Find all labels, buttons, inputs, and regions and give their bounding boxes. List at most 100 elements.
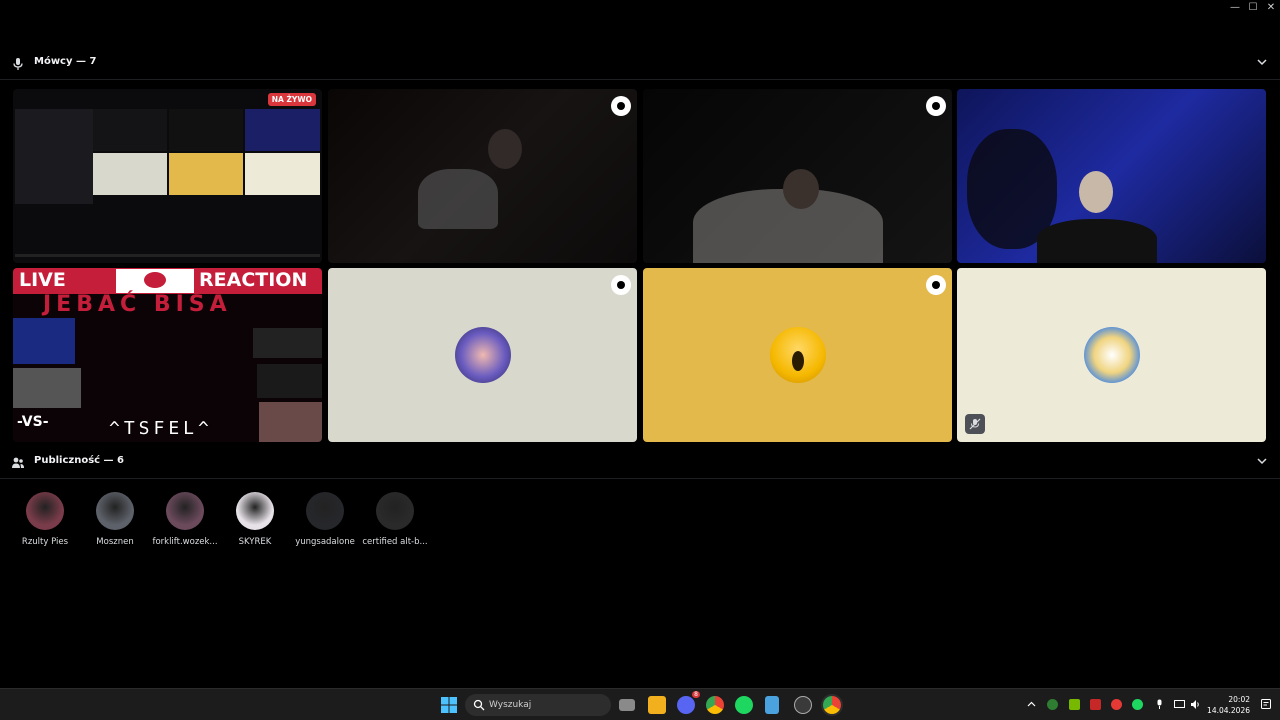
stream-logo: [116, 269, 194, 293]
moderator-icon: [611, 275, 631, 295]
chevron-down-icon[interactable]: [1256, 56, 1268, 68]
stream-webcam: [259, 402, 322, 442]
chrome-active-icon[interactable]: [823, 696, 841, 714]
avatar: [26, 492, 64, 530]
moderator-icon: [926, 96, 946, 116]
audience-member[interactable]: SKYREK: [220, 492, 290, 547]
network-icon[interactable]: [1174, 699, 1185, 710]
preview-tile: [169, 109, 243, 151]
audience-member[interactable]: certified alt-b...: [360, 492, 430, 547]
task-view-icon[interactable]: [619, 699, 635, 711]
chevron-down-icon[interactable]: [1256, 455, 1268, 467]
close-button[interactable]: ✕: [1265, 2, 1277, 14]
muted-microphone-icon: [965, 414, 985, 434]
speaker-avatar: [1083, 327, 1140, 383]
preview-tile: [93, 153, 167, 195]
file-explorer-icon[interactable]: [648, 696, 666, 714]
audience-section-header[interactable]: Publiczność — 6: [0, 447, 1280, 479]
audience-member-name: yungsadalone: [295, 537, 355, 547]
speaker-avatar-tile[interactable]: [643, 268, 952, 442]
audience-member[interactable]: Mosznen: [80, 492, 150, 547]
speaker-video-tile[interactable]: [957, 89, 1266, 263]
video-silhouette: [783, 169, 819, 209]
video-silhouette: [418, 169, 498, 229]
chrome-icon[interactable]: [706, 696, 724, 714]
stream-webcam: [13, 318, 75, 364]
avatar: [96, 492, 134, 530]
title-bar: — ☐ ✕: [0, 0, 1280, 16]
windows-start-icon[interactable]: [440, 696, 458, 714]
audience-member[interactable]: Rzulty Pies: [10, 492, 80, 547]
video-silhouette: [1079, 171, 1113, 213]
notification-icon[interactable]: [1260, 698, 1272, 710]
search-input[interactable]: [489, 697, 599, 713]
stream-banner: LIVE REACTION: [13, 268, 322, 294]
stream-footer-text: ^TSFEL^: [109, 418, 213, 439]
speakers-section-title: Mówcy — 7: [34, 56, 97, 67]
minimize-button[interactable]: —: [1229, 2, 1241, 14]
clock[interactable]: 20:02 14.04.2026: [1207, 694, 1250, 716]
search-icon: [473, 699, 485, 711]
avatar: [306, 492, 344, 530]
spotify-tray-icon[interactable]: [1132, 699, 1143, 710]
moderator-icon: [926, 275, 946, 295]
stream-title-left: LIVE: [19, 269, 66, 291]
audience-member-name: Rzulty Pies: [21, 537, 69, 547]
discord-badge: 8: [692, 691, 700, 698]
speaker-avatar-tile[interactable]: [328, 268, 637, 442]
app-icon[interactable]: [794, 696, 812, 714]
live-badge: NA ŻYWO: [267, 93, 316, 106]
maximize-button[interactable]: ☐: [1247, 2, 1259, 14]
preview-taskbar: [15, 254, 320, 257]
avatar: [376, 492, 414, 530]
stream-webcam: [257, 364, 322, 398]
speaker-avatar-tile[interactable]: [957, 268, 1266, 442]
audience-section-title: Publiczność — 6: [34, 455, 124, 466]
discord-icon[interactable]: 8: [677, 691, 700, 714]
microphone-icon: [13, 58, 23, 70]
audience-member[interactable]: yungsadalone: [290, 492, 360, 547]
audience-member-name: forklift.wozek...: [152, 537, 218, 547]
audience-member-name: certified alt-b...: [362, 537, 428, 547]
preview-tile: [245, 109, 320, 151]
tray-app-icon[interactable]: [1047, 699, 1058, 710]
speaker-avatar: [769, 327, 826, 383]
screenshare-tile[interactable]: NA ŻYWO: [13, 89, 322, 263]
stream-webcam: [13, 368, 81, 408]
video-silhouette: [1037, 219, 1157, 263]
microphone-tray-icon[interactable]: [1154, 699, 1165, 710]
speakers-section-header[interactable]: Mówcy — 7: [0, 48, 1280, 80]
preview-tile: [93, 109, 167, 151]
audience-member[interactable]: forklift.wozek...: [150, 492, 220, 547]
volume-icon[interactable]: [1190, 699, 1201, 710]
stream-tile[interactable]: LIVE REACTION JEBAĆ BISA -VS- ^TSFEL^: [13, 268, 322, 442]
avatar: [166, 492, 204, 530]
tray-app-icon[interactable]: [1111, 699, 1122, 710]
stream-banner-text: JEBAĆ BISA: [43, 292, 232, 317]
taskbar-search[interactable]: [465, 694, 611, 716]
speaker-video-tile[interactable]: [643, 89, 952, 263]
preview-sidebar: [15, 109, 93, 204]
stream-vs-text: -VS-: [17, 414, 49, 430]
moderator-icon: [611, 96, 631, 116]
preview-tile: [169, 153, 243, 195]
screenshare-preview: [15, 99, 320, 257]
nvidia-icon[interactable]: [1069, 699, 1080, 710]
notepad-icon[interactable]: [765, 696, 779, 714]
audience-member-name: Mosznen: [96, 537, 134, 547]
audience-member-name: SKYREK: [238, 537, 272, 547]
taskbar: 8 20:02 14.04.2026: [0, 688, 1280, 720]
preview-tile: [245, 153, 320, 195]
clock-date: 14.04.2026: [1207, 706, 1250, 715]
avatar: [236, 492, 274, 530]
video-silhouette: [488, 129, 522, 169]
stream-webcam: [253, 328, 322, 358]
tray-app-icon[interactable]: [1090, 699, 1101, 710]
clock-time: 20:02: [1228, 695, 1250, 704]
speaker-avatar: [454, 327, 511, 383]
spotify-icon[interactable]: [735, 696, 753, 714]
stream-title-right: REACTION: [199, 269, 308, 291]
people-icon: [12, 457, 24, 468]
chevron-up-icon[interactable]: [1026, 699, 1037, 710]
speaker-video-tile[interactable]: [328, 89, 637, 263]
